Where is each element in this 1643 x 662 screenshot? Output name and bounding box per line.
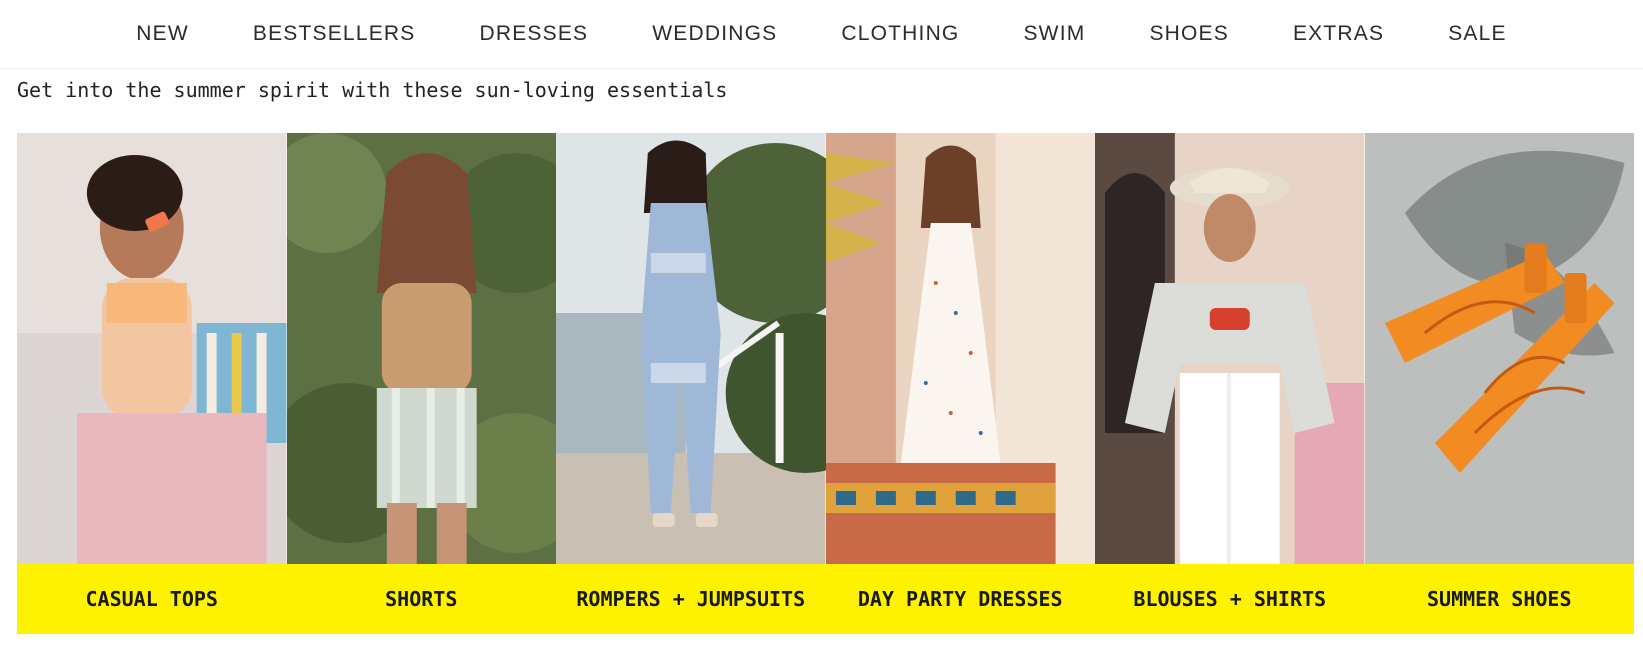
- category-link-blouses-shirts[interactable]: BLOUSES + SHIRTS: [1095, 564, 1365, 634]
- category-card-day-party-dresses[interactable]: [825, 133, 1095, 564]
- nav-weddings[interactable]: WEDDINGS: [620, 22, 809, 46]
- category-card-rompers-jumpsuits[interactable]: [556, 133, 826, 564]
- category-link-casual-tops[interactable]: CASUAL TOPS: [17, 564, 287, 634]
- category-card-summer-shoes[interactable]: [1364, 133, 1634, 564]
- category-card-shorts[interactable]: [286, 133, 556, 564]
- category-grid: [17, 133, 1634, 564]
- category-link-day-party-dresses[interactable]: DAY PARTY DRESSES: [826, 564, 1096, 634]
- blouses-shirts-image[interactable]: [1095, 133, 1365, 564]
- nav-new[interactable]: NEW: [104, 22, 221, 46]
- casual-tops-image[interactable]: [17, 133, 287, 564]
- nav-extras[interactable]: EXTRAS: [1261, 22, 1416, 46]
- rompers-jumpsuits-image[interactable]: [556, 133, 826, 564]
- nav-shoes[interactable]: SHOES: [1117, 22, 1261, 46]
- nav-sale[interactable]: SALE: [1416, 22, 1539, 46]
- nav-dresses[interactable]: DRESSES: [447, 22, 620, 46]
- category-label-bar: CASUAL TOPS SHORTS ROMPERS + JUMPSUITS D…: [17, 564, 1634, 634]
- category-link-shorts[interactable]: SHORTS: [287, 564, 557, 634]
- nav-swim[interactable]: SWIM: [991, 22, 1117, 46]
- category-link-rompers-jumpsuits[interactable]: ROMPERS + JUMPSUITS: [556, 564, 826, 634]
- nav-clothing[interactable]: CLOTHING: [809, 22, 991, 46]
- summer-shoes-image[interactable]: [1364, 133, 1634, 564]
- nav-bestsellers[interactable]: BESTSELLERS: [221, 22, 448, 46]
- section-subtitle: Get into the summer spirit with these su…: [17, 78, 728, 102]
- day-party-dresses-image[interactable]: [825, 133, 1095, 564]
- category-card-blouses-shirts[interactable]: [1095, 133, 1365, 564]
- category-link-summer-shoes[interactable]: SUMMER SHOES: [1365, 564, 1635, 634]
- category-card-casual-tops[interactable]: [17, 133, 287, 564]
- main-nav: NEW BESTSELLERS DRESSES WEDDINGS CLOTHIN…: [0, 0, 1643, 69]
- shorts-image[interactable]: [286, 133, 556, 564]
